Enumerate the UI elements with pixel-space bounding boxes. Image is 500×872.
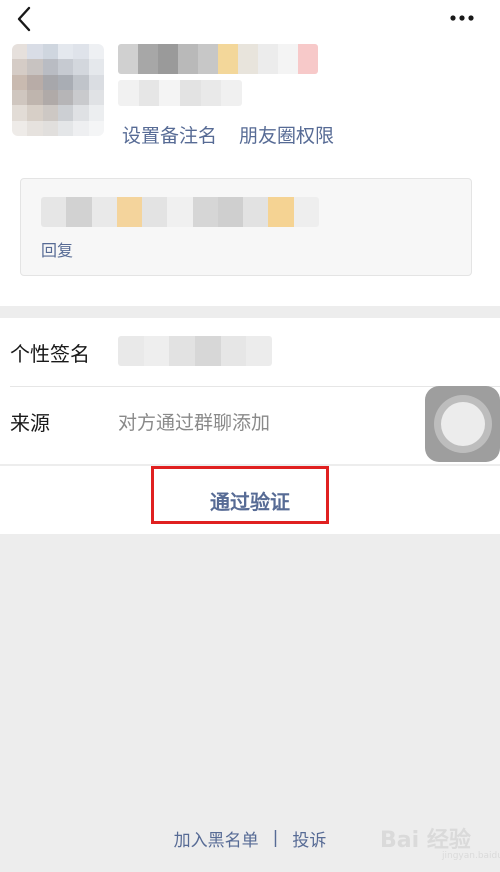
highlight-annotation-box [151,466,329,524]
watermark-url: jingyan.baidu.com [442,851,500,861]
more-button[interactable] [440,6,484,30]
assistive-touch-ring [433,395,492,453]
nickname-blurred [118,44,318,74]
signature-label: 个性签名 [10,342,90,366]
baidu-watermark: Bai 经验 jingyan.baidu.com [380,818,500,866]
greeting-text-blurred [41,197,319,227]
source-value: 对方通过群聊添加 [118,412,271,434]
avatar[interactable] [12,44,104,136]
greeting-message-card: 回复 [20,178,472,276]
profile-header: 设置备注名 朋友圈权限 回复 [0,0,500,306]
chevron-left-icon [17,6,31,32]
profile-actions: 设置备注名 朋友圈权限 [122,120,334,148]
add-to-blacklist-link[interactable]: 加入黑名单 [174,826,259,851]
reply-link[interactable]: 回复 [41,237,73,261]
source-label: 来源 [10,411,50,435]
footer-separator: | [272,828,279,848]
more-dots-icon [450,15,474,21]
watermark-brand: Bai 经验 [380,828,471,853]
report-link[interactable]: 投诉 [292,826,326,851]
set-remark-link[interactable]: 设置备注名 [122,121,217,148]
moments-permission-link[interactable]: 朋友圈权限 [239,121,334,148]
assistive-touch-button[interactable] [425,386,500,462]
row-divider [10,386,500,387]
signature-value-blurred [118,336,272,366]
account-id-blurred [118,80,242,106]
assistive-touch-icon [440,402,485,446]
back-button[interactable] [8,4,40,34]
